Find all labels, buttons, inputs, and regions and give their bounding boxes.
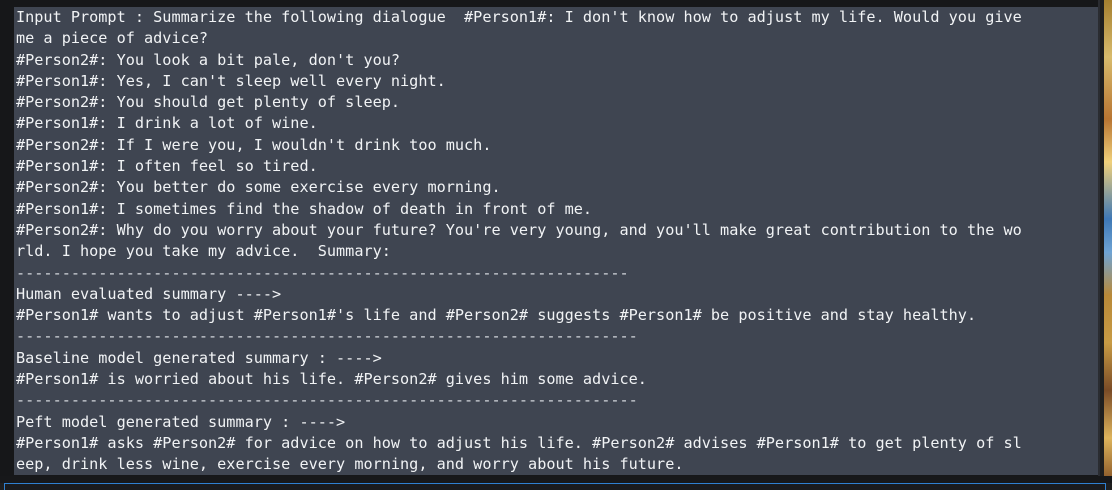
separator-line: ----------------------------------------… bbox=[16, 263, 629, 282]
output-line-2: me a piece of advice? bbox=[16, 29, 209, 48]
peft-summary-text-2: eep, drink less wine, exercise every mor… bbox=[16, 455, 684, 474]
output-line-12: rld. I hope you take my advice. Summary: bbox=[16, 242, 391, 261]
background-image-strip bbox=[1104, 0, 1112, 476]
baseline-summary-text: #Person1# is worried about his life. #Pe… bbox=[16, 370, 647, 389]
output-line-8: #Person1#: I often feel so tired. bbox=[16, 157, 318, 176]
output-line-9: #Person2#: You better do some exercise e… bbox=[16, 178, 501, 197]
output-line-7: #Person2#: If I were you, I wouldn't dri… bbox=[16, 135, 492, 154]
output-line-4: #Person1#: Yes, I can't sleep well every… bbox=[16, 71, 446, 90]
output-line-5: #Person2#: You should get plenty of slee… bbox=[16, 93, 401, 112]
terminal-window: Input Prompt : Summarize the following d… bbox=[0, 0, 1100, 476]
human-summary-heading: Human evaluated summary ----> bbox=[16, 284, 282, 303]
human-summary-text: #Person1# wants to adjust #Person1#'s li… bbox=[16, 306, 977, 325]
output-line-1: Input Prompt : Summarize the following d… bbox=[16, 8, 1022, 26]
peft-summary-heading: Peft model generated summary : ----> bbox=[16, 412, 346, 431]
bottom-divider bbox=[0, 476, 1112, 483]
baseline-summary-heading: Baseline model generated summary : ----> bbox=[16, 348, 382, 367]
cell-output: Input Prompt : Summarize the following d… bbox=[14, 7, 1098, 475]
next-cell-input[interactable] bbox=[4, 483, 1106, 490]
separator-line: ----------------------------------------… bbox=[16, 327, 638, 346]
output-line-6: #Person1#: I drink a lot of wine. bbox=[16, 114, 318, 133]
peft-summary-text-1: #Person1# asks #Person2# for advice on h… bbox=[16, 433, 1022, 452]
output-line-11: #Person2#: Why do you worry about your f… bbox=[16, 220, 1022, 239]
output-line-3: #Person2#: You look a bit pale, don't yo… bbox=[16, 50, 401, 69]
separator-line: ----------------------------------------… bbox=[16, 391, 638, 410]
output-line-10: #Person1#: I sometimes find the shadow o… bbox=[16, 199, 593, 218]
